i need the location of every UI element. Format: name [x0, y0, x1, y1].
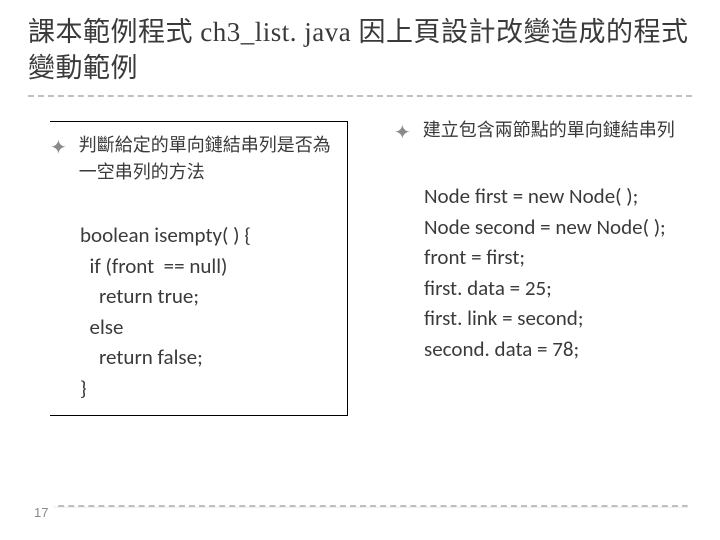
left-code: boolean isempty( ) { if (front == null) …	[80, 190, 343, 403]
bullet-icon: ✦	[50, 134, 67, 162]
columns: ✦ 判斷給定的單向鏈結串列是否為一空串列的方法 boolean isempty(…	[28, 117, 692, 416]
code-line: second. data = 78;	[424, 336, 579, 362]
page-number: 17	[28, 505, 54, 520]
right-column: ✦ 建立包含兩節點的單向鏈結串列 Node first = new Node( …	[388, 117, 692, 416]
code-line: }	[80, 375, 87, 401]
right-bullet-row: ✦ 建立包含兩節點的單向鏈結串列	[394, 117, 692, 147]
left-column: ✦ 判斷給定的單向鏈結串列是否為一空串列的方法 boolean isempty(…	[28, 117, 348, 416]
title-divider	[28, 95, 692, 97]
code-line: front = first;	[424, 244, 525, 270]
slide-title: 課本範例程式 ch3_list. java 因上頁設計改變造成的程式變動範例	[28, 14, 692, 93]
code-line: if (front == null)	[80, 253, 227, 279]
code-line: return false;	[80, 344, 203, 370]
code-line: return true;	[80, 283, 199, 309]
code-line: Node second = new Node( );	[424, 214, 666, 240]
code-line: Node first = new Node( );	[424, 183, 638, 209]
bullet-icon: ✦	[394, 119, 411, 147]
footer: 17	[28, 505, 54, 520]
code-line: first. link = second;	[424, 305, 583, 331]
code-line: boolean isempty( ) {	[80, 222, 251, 248]
left-bullet-text: 判斷給定的單向鏈結串列是否為一空串列的方法	[79, 132, 343, 186]
left-box: ✦ 判斷給定的單向鏈結串列是否為一空串列的方法 boolean isempty(…	[50, 121, 348, 416]
code-line: else	[80, 314, 123, 340]
left-bullet-row: ✦ 判斷給定的單向鏈結串列是否為一空串列的方法	[50, 132, 343, 186]
slide-container: 課本範例程式 ch3_list. java 因上頁設計改變造成的程式變動範例 ✦…	[0, 0, 720, 416]
code-line: first. data = 25;	[424, 275, 552, 301]
right-bullet-text: 建立包含兩節點的單向鏈結串列	[423, 117, 675, 144]
footer-divider	[28, 505, 688, 508]
right-code: Node first = new Node( ); Node second = …	[424, 151, 692, 364]
